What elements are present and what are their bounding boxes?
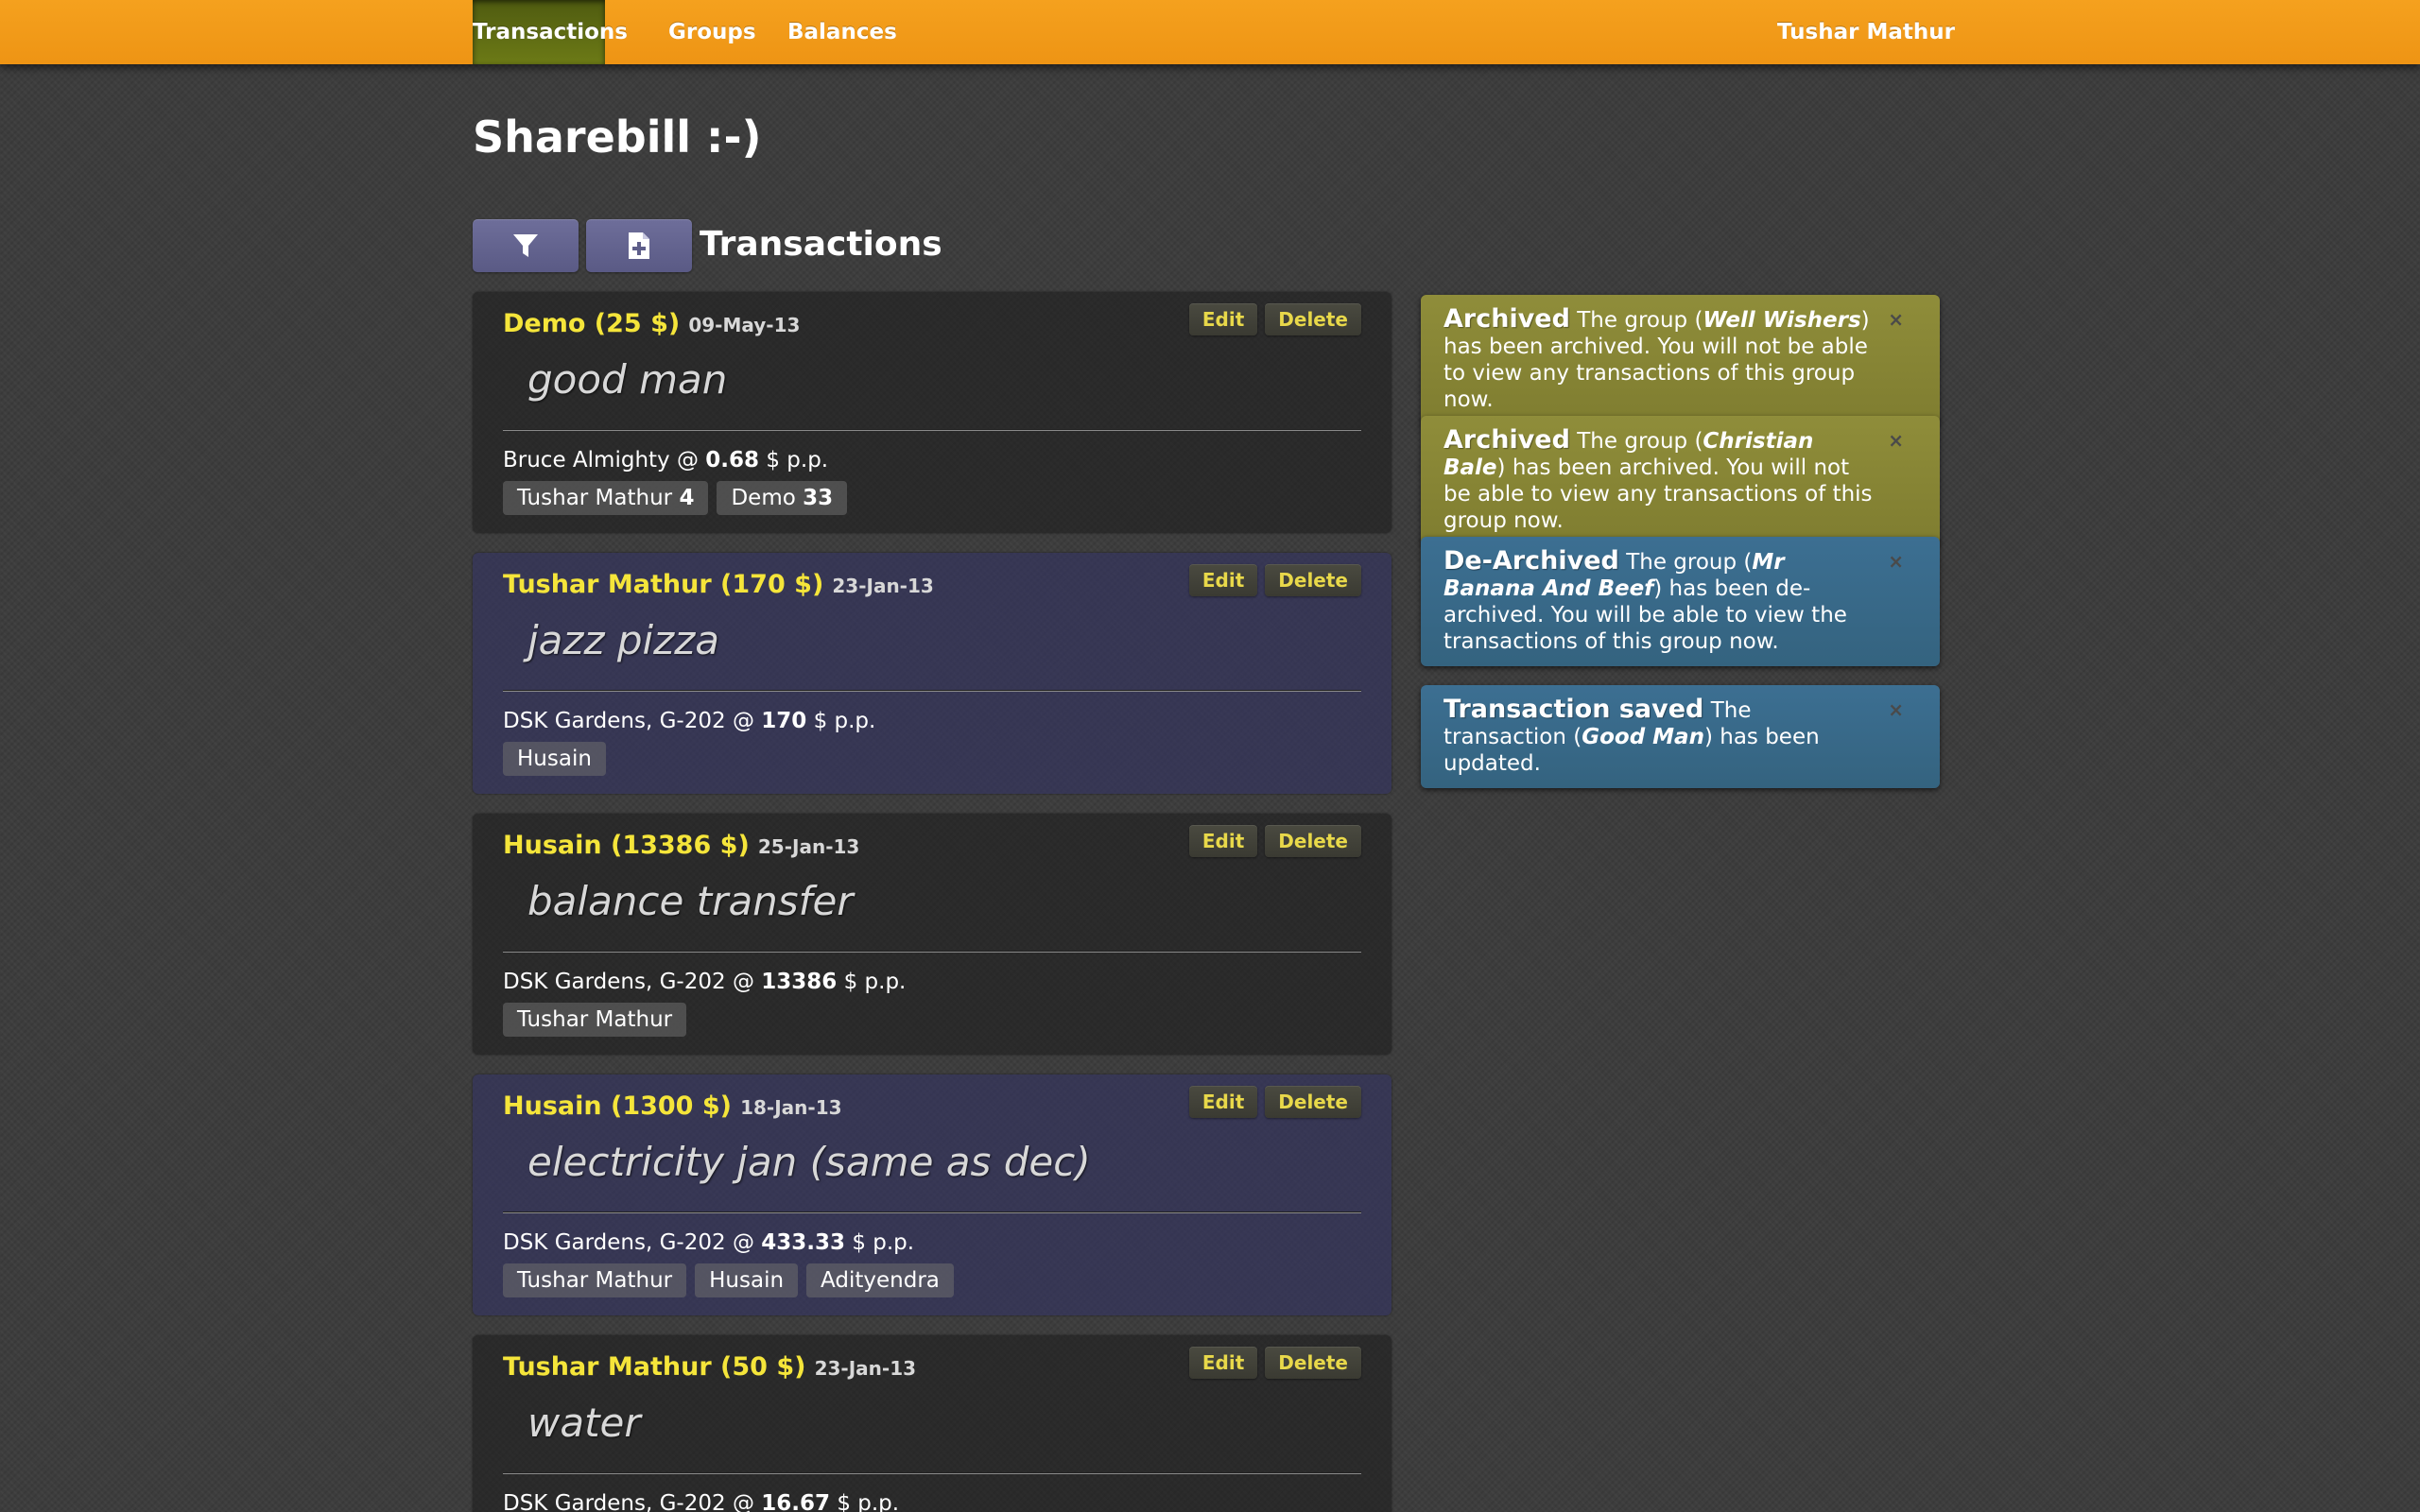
transaction-detail: DSK Gardens, G-202 @ 433.33 $ p.p. (503, 1230, 914, 1255)
transaction-card: Husain (1300 $) 18-Jan-13 Edit Delete ele… (473, 1074, 1392, 1315)
member-tags: Tushar Mathur 4 Demo 33 (503, 481, 856, 515)
filter-icon (513, 234, 538, 257)
member-tag: Husain (503, 742, 606, 776)
edit-button[interactable]: Edit (1188, 564, 1258, 596)
page-title: Sharebill :-) (473, 112, 762, 163)
per-person-label: $ p.p. (837, 1491, 900, 1512)
transaction-card: Demo (25 $) 09-May-13 Edit Delete good ma… (473, 292, 1392, 533)
transaction-card: Tushar Mathur (170 $) 23-Jan-13 Edit Dele… (473, 553, 1392, 794)
edit-button[interactable]: Edit (1188, 303, 1258, 335)
add-document-icon (629, 232, 649, 259)
notification-title: Archived (1443, 304, 1570, 334)
transaction-detail: Bruce Almighty @ 0.68 $ p.p. (503, 448, 828, 472)
notification-archived: Archived The group (Well Wishers) has be… (1421, 295, 1940, 424)
notification-transaction-saved: Transaction saved The transaction (Good … (1421, 685, 1940, 788)
divider (503, 1472, 1361, 1474)
transaction-description: electricity jan (same as dec) (527, 1139, 1091, 1185)
transaction-payer: Husain (13386 $) (503, 831, 750, 860)
delete-button[interactable]: Delete (1265, 825, 1361, 857)
transaction-date: 18-Jan-13 (740, 1096, 842, 1119)
transaction-card: Husain (13386 $) 25-Jan-13 Edit Delete ba… (473, 814, 1392, 1055)
transaction-header: Husain (13386 $) 25-Jan-13 (503, 831, 859, 860)
transaction-date: 09-May-13 (688, 314, 801, 336)
member-tag: Husain (695, 1263, 799, 1297)
divider (503, 429, 1361, 431)
transaction-amount: 433.33 (761, 1230, 846, 1255)
transaction-description: jazz pizza (527, 617, 720, 663)
transaction-amount: 0.68 (705, 448, 760, 472)
notification-de-archived: De-Archived The group (Mr Banana And Bee… (1421, 537, 1940, 666)
top-navbar: Transactions Groups Balances Tushar Math… (0, 0, 2420, 64)
transaction-location: DSK Gardens, G-202 @ (503, 1230, 754, 1255)
transaction-description: water (527, 1400, 641, 1446)
close-icon[interactable]: × (1888, 696, 1904, 723)
transaction-description: balance transfer (527, 878, 854, 924)
transaction-amount: 170 (761, 709, 807, 733)
transaction-location: DSK Gardens, G-202 @ (503, 970, 754, 994)
transaction-header: Husain (1300 $) 18-Jan-13 (503, 1091, 842, 1121)
transaction-date: 23-Jan-13 (832, 575, 934, 597)
transaction-amount: 13386 (761, 970, 838, 994)
transaction-description: good man (527, 356, 728, 403)
transaction-detail: DSK Gardens, G-202 @ 13386 $ p.p. (503, 970, 906, 994)
member-tag: Tushar Mathur 4 (503, 481, 709, 515)
per-person-label: $ p.p. (813, 709, 876, 733)
transaction-payer: Tushar Mathur (170 $) (503, 570, 824, 599)
transaction-date: 23-Jan-13 (814, 1357, 917, 1380)
close-icon[interactable]: × (1888, 427, 1904, 454)
member-tag: Tushar Mathur (503, 1263, 687, 1297)
divider (503, 690, 1361, 692)
transaction-amount: 16.67 (761, 1491, 831, 1512)
per-person-label: $ p.p. (852, 1230, 915, 1255)
edit-button[interactable]: Edit (1188, 1347, 1258, 1379)
member-tags: Husain (503, 742, 614, 776)
transaction-location: Bruce Almighty @ (503, 448, 699, 472)
divider (503, 1211, 1361, 1213)
transaction-payer: Demo (25 $) (503, 309, 681, 338)
transaction-payer: Husain (1300 $) (503, 1091, 732, 1121)
delete-button[interactable]: Delete (1265, 564, 1361, 596)
close-icon[interactable]: × (1888, 306, 1904, 333)
transaction-date: 25-Jan-13 (757, 835, 860, 858)
transaction-card: Tushar Mathur (50 $) 23-Jan-13 Edit Delet… (473, 1335, 1392, 1512)
member-tag: Adityendra (806, 1263, 954, 1297)
transaction-header: Demo (25 $) 09-May-13 (503, 309, 800, 338)
transaction-location: DSK Gardens, G-202 @ (503, 1491, 754, 1512)
notification-archived: Archived The group (Christian Bale) has … (1421, 416, 1940, 545)
nav-groups[interactable]: Groups (649, 0, 775, 64)
close-icon[interactable]: × (1888, 548, 1904, 575)
member-tags: Tushar Mathur (503, 1003, 695, 1037)
nav-transactions[interactable]: Transactions (473, 0, 628, 64)
delete-button[interactable]: Delete (1265, 1347, 1361, 1379)
member-tag: Demo 33 (717, 481, 848, 515)
add-transaction-button[interactable] (586, 219, 692, 272)
delete-button[interactable]: Delete (1265, 303, 1361, 335)
transaction-header: Tushar Mathur (50 $) 23-Jan-13 (503, 1352, 916, 1382)
per-person-label: $ p.p. (766, 448, 829, 472)
notification-title: Archived (1443, 425, 1570, 455)
transaction-payer: Tushar Mathur (50 $) (503, 1352, 806, 1382)
divider (503, 951, 1361, 953)
per-person-label: $ p.p. (843, 970, 907, 994)
nav-balances[interactable]: Balances (769, 0, 916, 64)
transaction-location: DSK Gardens, G-202 @ (503, 709, 754, 733)
filter-button[interactable] (473, 219, 579, 272)
section-title: Transactions (700, 225, 942, 264)
member-tags: Tushar Mathur Husain Adityendra (503, 1263, 962, 1297)
transaction-detail: DSK Gardens, G-202 @ 16.67 $ p.p. (503, 1491, 899, 1512)
transaction-header: Tushar Mathur (170 $) 23-Jan-13 (503, 570, 934, 599)
member-tag: Tushar Mathur (503, 1003, 687, 1037)
transaction-detail: DSK Gardens, G-202 @ 170 $ p.p. (503, 709, 875, 733)
edit-button[interactable]: Edit (1188, 825, 1258, 857)
nav-user-menu[interactable]: Tushar Mathur (1758, 0, 1974, 64)
notification-title: De-Archived (1443, 546, 1619, 576)
notification-title: Transaction saved (1443, 695, 1704, 724)
delete-button[interactable]: Delete (1265, 1086, 1361, 1118)
edit-button[interactable]: Edit (1188, 1086, 1258, 1118)
